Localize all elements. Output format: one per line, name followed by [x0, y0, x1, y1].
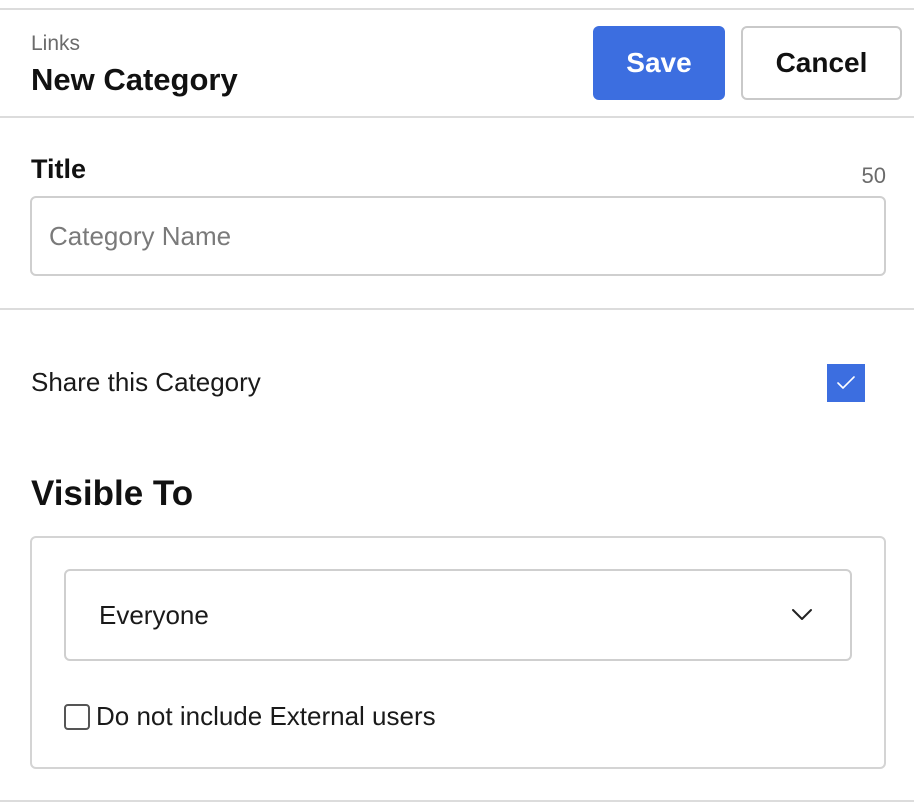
character-limit-counter: 50: [861, 163, 886, 188]
section-divider: [0, 308, 914, 310]
header-divider: [0, 116, 914, 118]
exclude-external-users-checkbox[interactable]: [64, 704, 90, 730]
checkmark-icon: [837, 376, 855, 389]
top-divider: [0, 8, 914, 10]
visibility-selected-value: Everyone: [99, 600, 209, 630]
save-button[interactable]: Save: [593, 26, 725, 100]
exclude-external-users-label[interactable]: Do not include External users: [96, 701, 436, 732]
visible-to-heading: Visible To: [31, 474, 194, 513]
category-name-input[interactable]: [30, 196, 886, 276]
bottom-divider: [0, 800, 914, 802]
title-label: Title: [31, 154, 87, 184]
cancel-button[interactable]: Cancel: [741, 26, 902, 100]
share-category-label: Share this Category: [31, 367, 261, 397]
breadcrumb[interactable]: Links: [31, 32, 80, 56]
chevron-down-icon: [792, 609, 812, 620]
page-title: New Category: [31, 62, 238, 97]
share-category-checkbox[interactable]: [827, 364, 865, 402]
visibility-dropdown[interactable]: Everyone: [64, 569, 852, 661]
